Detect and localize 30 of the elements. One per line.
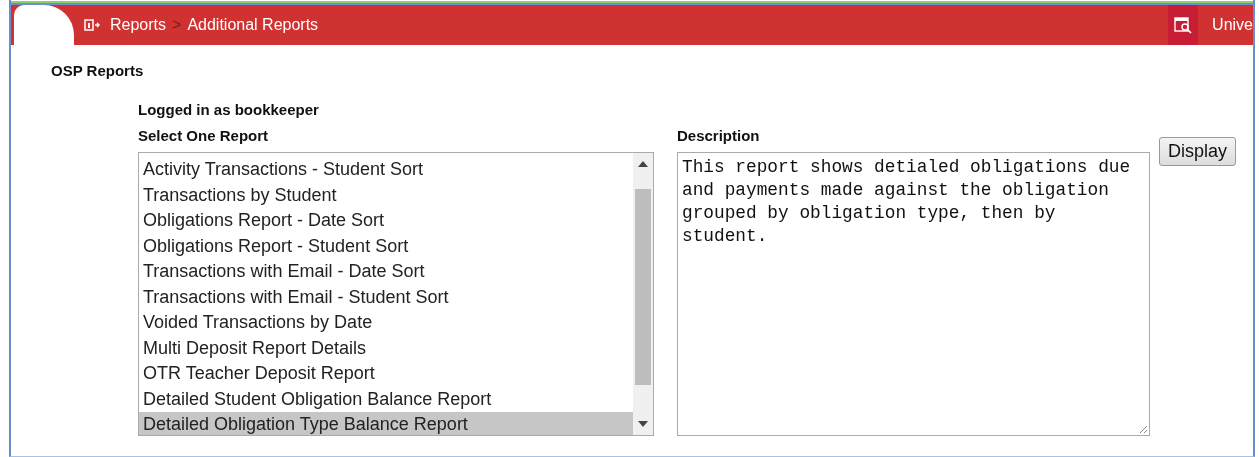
report-option[interactable]: Detailed Student Obligation Balance Report xyxy=(139,386,633,412)
report-option[interactable]: Obligations Report - Date Sort xyxy=(139,208,633,234)
scroll-thumb[interactable] xyxy=(635,189,651,385)
breadcrumb-link[interactable]: Reports xyxy=(110,16,167,34)
report-option[interactable]: Obligations Report - Student Sort xyxy=(139,233,633,259)
exit-icon xyxy=(84,19,100,31)
report-option[interactable]: Activity Transactions - Student Sort xyxy=(139,157,633,183)
page-title: OSP Reports xyxy=(51,62,145,79)
report-option[interactable]: Transactions with Email - Student Sort xyxy=(139,284,633,310)
breadcrumb-link[interactable]: Additional Reports xyxy=(187,16,319,34)
report-option[interactable]: Detailed Obligation Type Balance Report xyxy=(139,412,633,435)
report-search-icon[interactable] xyxy=(1174,16,1193,34)
report-option[interactable]: Voided Transactions by Date xyxy=(139,310,633,336)
display-button[interactable]: Display xyxy=(1159,137,1237,166)
breadcrumb-separator: > xyxy=(172,16,182,34)
report-option[interactable]: Multi Deposit Report Details xyxy=(139,335,633,361)
report-option[interactable]: Transactions by Student xyxy=(139,182,633,208)
report-listbox[interactable] xyxy=(138,152,654,436)
description-textarea[interactable]: This report shows detialed obligations due and payments made against the obligation grouped by obligation type, then by student. xyxy=(677,152,1150,436)
report-option[interactable]: Transactions with Email - Date Sort xyxy=(139,259,633,285)
scrollbar[interactable] xyxy=(633,153,653,435)
report-option[interactable]: OTR Teacher Deposit Report xyxy=(139,361,633,387)
description-label: Description xyxy=(677,127,761,144)
home-tab[interactable] xyxy=(14,5,74,45)
logged-in-text: Logged in as bookkeeper xyxy=(138,101,320,118)
resize-grip-icon[interactable] xyxy=(1138,424,1148,434)
list-label: Select One Report xyxy=(138,127,270,144)
scroll-up-icon[interactable] xyxy=(638,161,648,167)
user-label[interactable]: Unive xyxy=(1212,16,1253,34)
scroll-down-icon[interactable] xyxy=(638,421,648,427)
